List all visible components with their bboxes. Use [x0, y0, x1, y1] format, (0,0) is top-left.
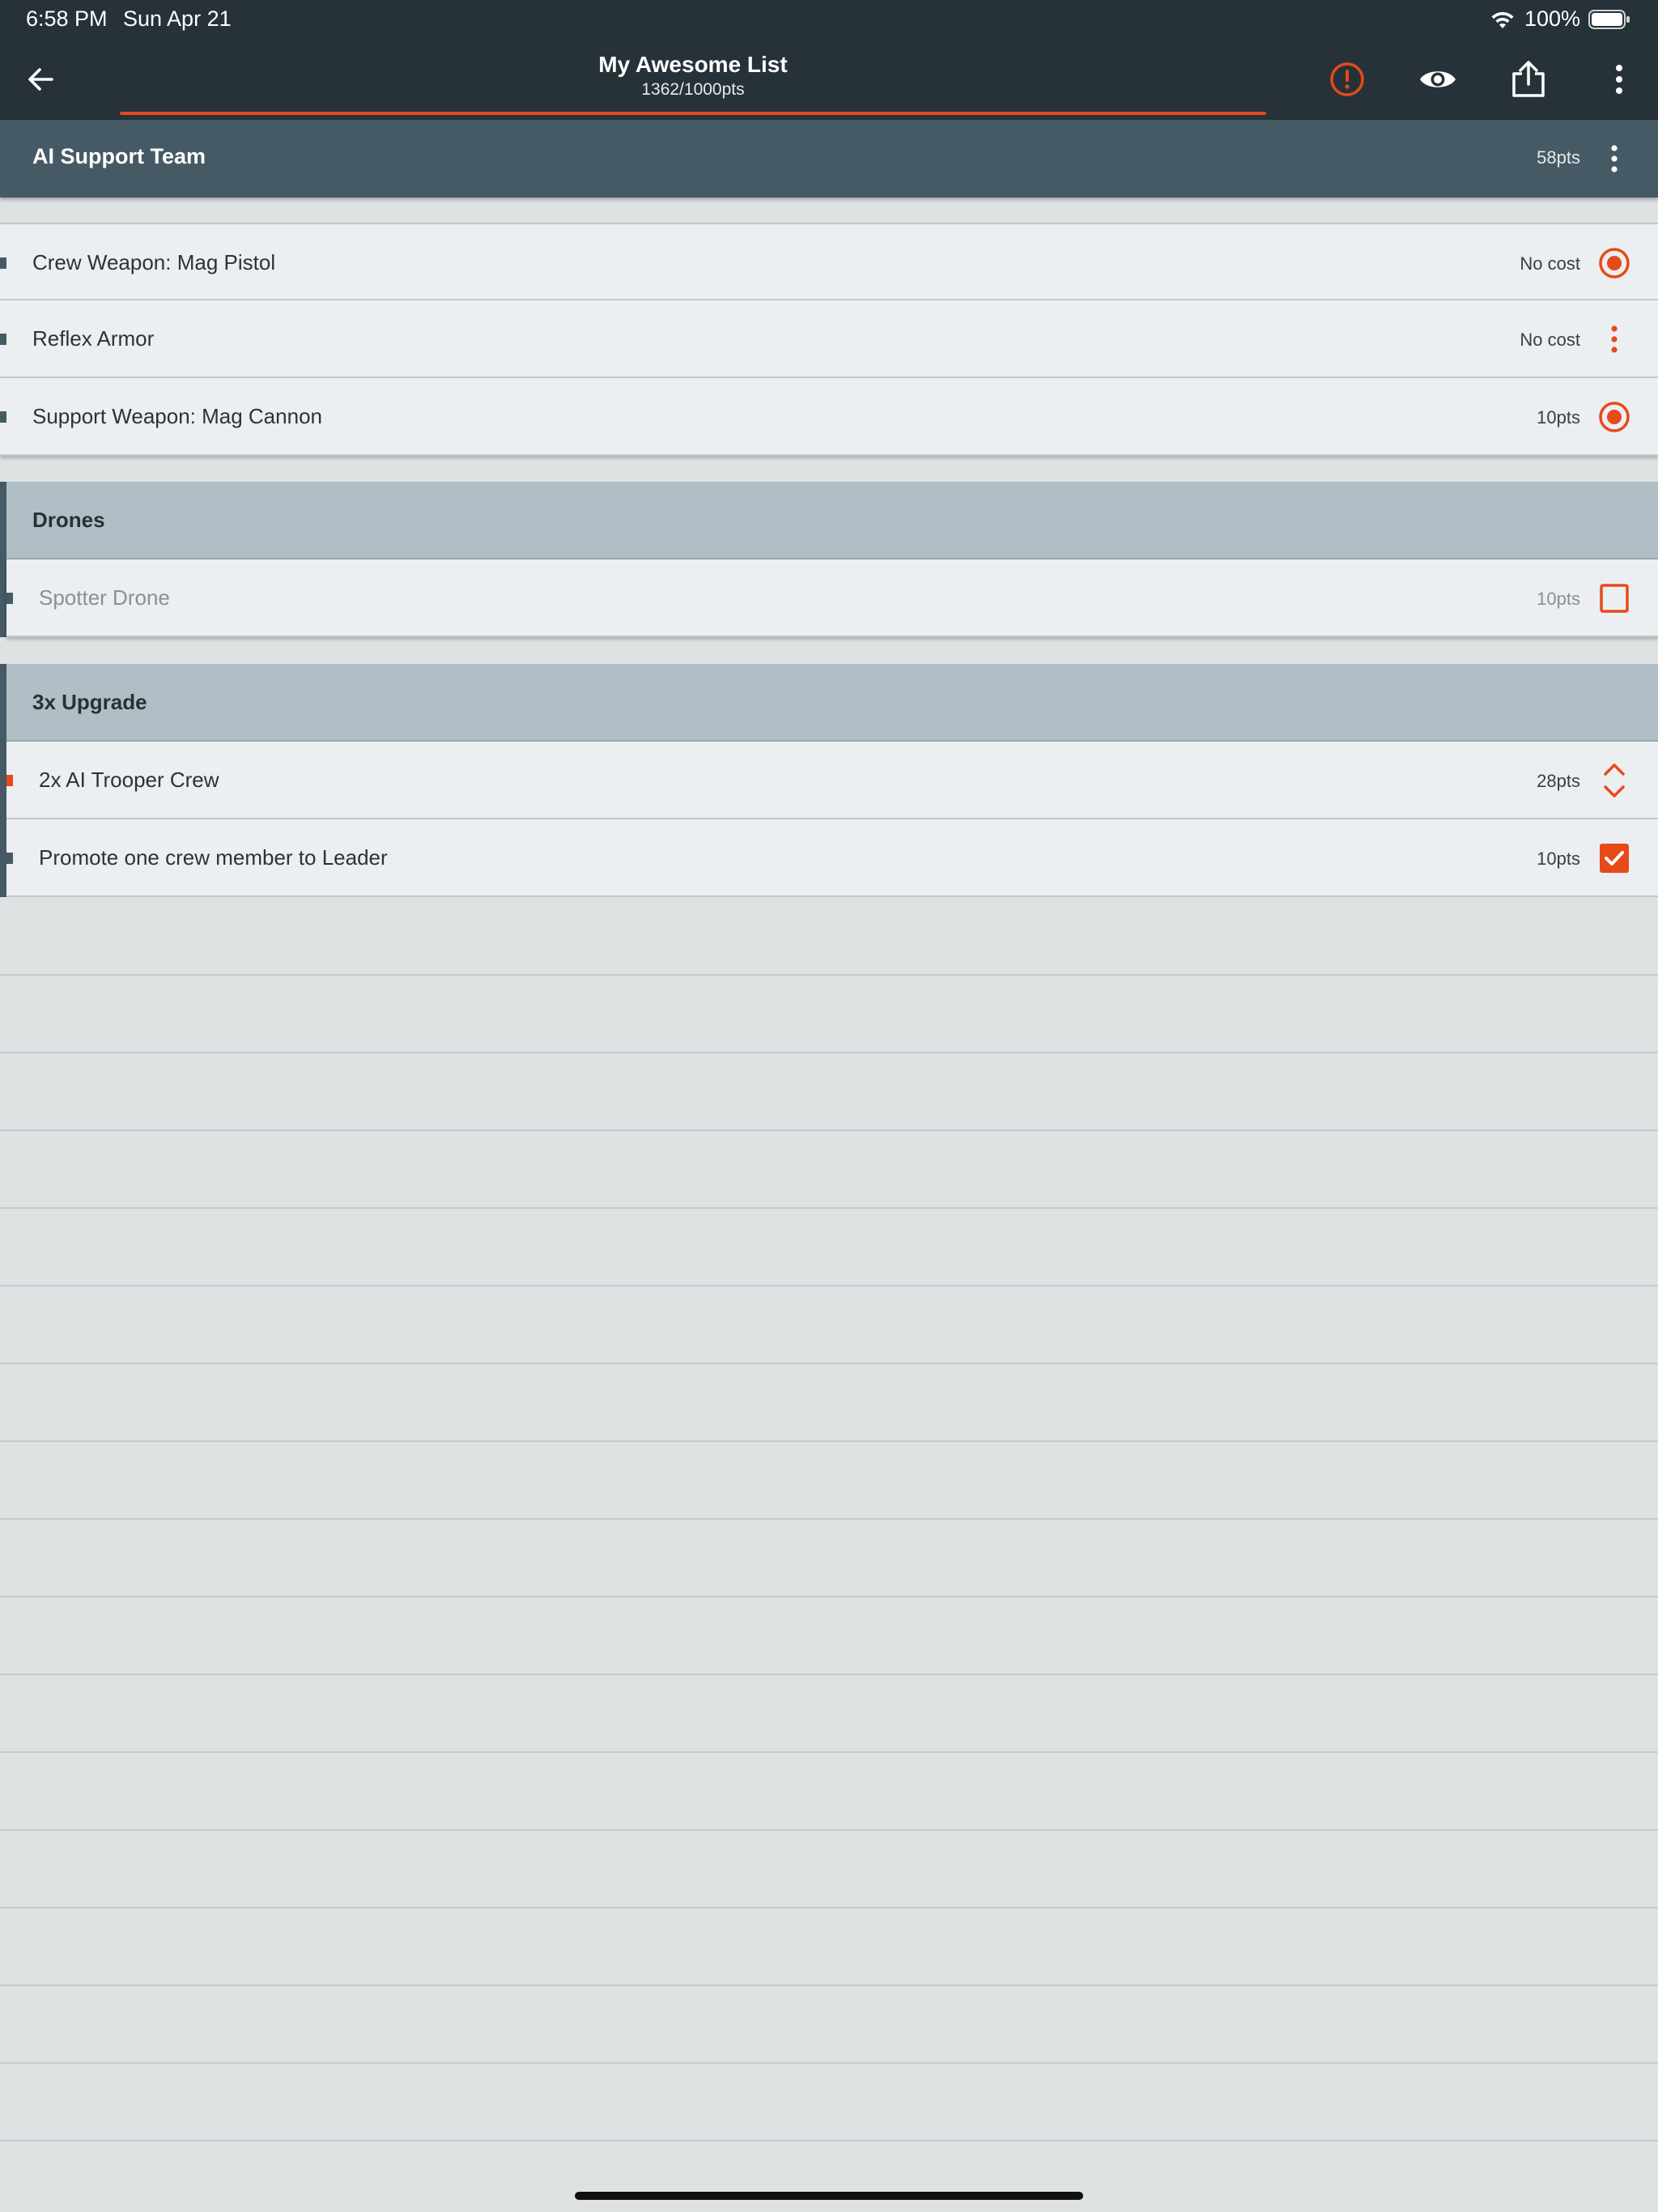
more-vert-icon: [1616, 65, 1622, 94]
item-cost: 10pts: [1537, 407, 1580, 428]
list-item[interactable]: Crew Weapon: Mag Pistol No cost: [0, 223, 1658, 300]
checkbox[interactable]: [1592, 576, 1637, 621]
list-item[interactable]: Spotter Drone 10pts: [6, 559, 1658, 637]
more-vert-icon: [1611, 145, 1618, 172]
view-button[interactable]: [1414, 55, 1462, 104]
radio-button[interactable]: [1592, 394, 1637, 440]
item-cost: 10pts: [1537, 589, 1580, 609]
share-icon: [1512, 61, 1545, 97]
item-label: Crew Weapon: Mag Pistol: [32, 250, 276, 274]
divider: [0, 1674, 1658, 1675]
item-cost: 28pts: [1537, 771, 1580, 791]
divider: [0, 1440, 1658, 1442]
list-item[interactable]: Reflex Armor No cost: [0, 300, 1658, 378]
divider: [0, 1829, 1658, 1831]
status-time: 6:58 PM: [26, 6, 108, 31]
list-title-area[interactable]: My Awesome List 1362/1000pts: [120, 47, 1266, 115]
row-marker: [6, 853, 13, 864]
group-indicator-bar: [0, 664, 6, 897]
divider: [0, 2140, 1658, 2142]
checkbox-checked-icon: [1600, 844, 1629, 873]
status-date: Sun Apr 21: [123, 6, 232, 31]
divider: [0, 1518, 1658, 1520]
group-indicator-bar: [0, 482, 6, 637]
more-vert-icon: [1611, 325, 1618, 353]
wifi-icon: [1491, 11, 1514, 28]
item-label: Support Weapon: Mag Cannon: [32, 404, 322, 428]
row-marker: [6, 593, 13, 604]
back-arrow-icon: [28, 68, 53, 91]
unit-points: 58pts: [1537, 147, 1580, 168]
divider: [0, 1129, 1658, 1131]
item-cost: No cost: [1520, 253, 1580, 274]
group-name: 3x Upgrade: [32, 690, 147, 714]
warning-icon: [1330, 62, 1364, 96]
battery-percent: 100%: [1524, 6, 1580, 31]
back-button[interactable]: [18, 57, 63, 102]
divider: [0, 1596, 1658, 1597]
quantity-stepper[interactable]: [1592, 758, 1637, 803]
unit-header[interactable]: AI Support Team 58pts: [0, 120, 1658, 198]
points-progress-bar: [120, 112, 1266, 115]
list-item[interactable]: 2x AI Trooper Crew 28pts: [6, 742, 1658, 819]
divider: [0, 1984, 1658, 1986]
divider: [0, 2062, 1658, 2064]
list-item[interactable]: Support Weapon: Mag Cannon 10pts: [0, 378, 1658, 456]
share-button[interactable]: [1504, 55, 1553, 104]
radio-selected-icon: [1599, 402, 1630, 432]
item-cost: 10pts: [1537, 849, 1580, 869]
group-header-drones[interactable]: Drones: [6, 482, 1658, 559]
row-marker: [0, 334, 6, 345]
list-points: 1362/1000pts: [641, 80, 745, 99]
divider: [0, 1363, 1658, 1364]
divider: [0, 1207, 1658, 1209]
battery-icon: [1588, 9, 1630, 29]
item-cost: No cost: [1520, 330, 1580, 350]
divider: [0, 974, 1658, 976]
radio-button[interactable]: [1592, 240, 1637, 286]
item-label: Spotter Drone: [39, 585, 170, 610]
item-label: 2x AI Trooper Crew: [39, 768, 219, 792]
warning-button[interactable]: [1323, 55, 1371, 104]
status-right: 100%: [1489, 6, 1630, 32]
item-label: Promote one crew member to Leader: [39, 845, 388, 870]
stepper-icon: [1604, 764, 1625, 798]
group-header-upgrade[interactable]: 3x Upgrade: [6, 664, 1658, 742]
divider: [0, 1751, 1658, 1753]
divider: [0, 1052, 1658, 1053]
divider: [0, 1907, 1658, 1908]
checkbox[interactable]: [1592, 836, 1637, 881]
unit-name: AI Support Team: [32, 144, 206, 168]
group-name: Drones: [32, 508, 105, 532]
app-bar: My Awesome List 1362/1000pts: [0, 39, 1658, 120]
item-menu-button[interactable]: [1592, 317, 1637, 362]
divider: [0, 1285, 1658, 1287]
list-item[interactable]: Promote one crew member to Leader 10pts: [6, 819, 1658, 897]
home-indicator[interactable]: [575, 2192, 1083, 2200]
row-marker: [0, 257, 6, 269]
row-marker: [0, 411, 6, 423]
radio-selected-icon: [1599, 248, 1630, 279]
unit-menu-button[interactable]: [1593, 134, 1635, 183]
status-bar: 6:58 PM Sun Apr 21 100%: [0, 0, 1658, 39]
checkbox-unchecked-icon: [1600, 584, 1629, 613]
eye-icon: [1420, 71, 1456, 87]
row-marker: [6, 775, 13, 786]
item-label: Reflex Armor: [32, 326, 155, 351]
list-title: My Awesome List: [598, 52, 788, 77]
more-options-button[interactable]: [1595, 55, 1643, 104]
